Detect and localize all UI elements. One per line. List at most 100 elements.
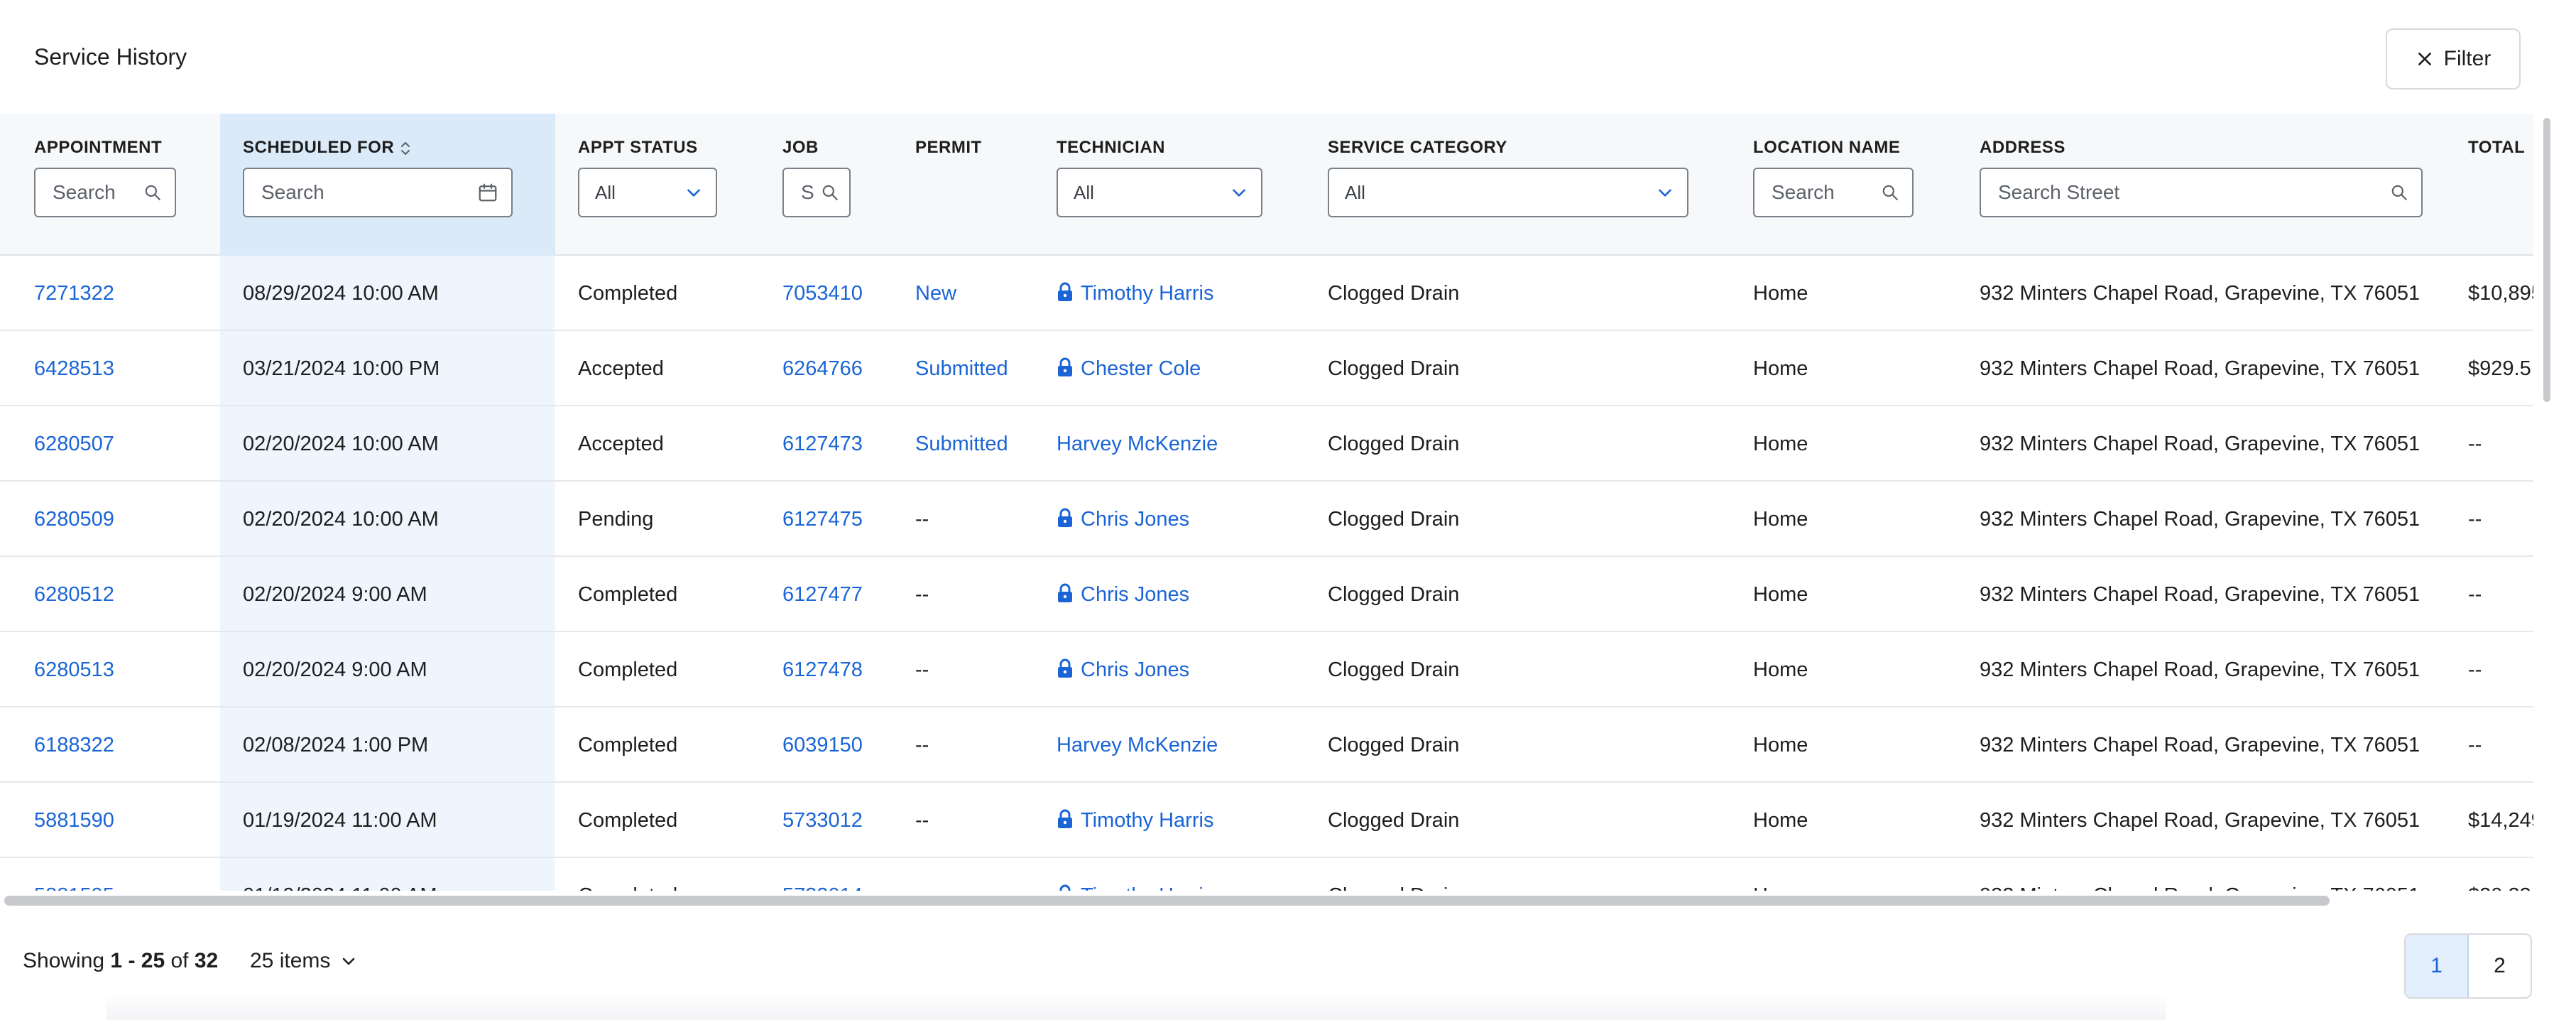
technician-link[interactable]: Chris Jones: [1057, 632, 1189, 707]
technician-link[interactable]: Chris Jones: [1057, 557, 1189, 632]
lock-icon: [1059, 884, 1071, 891]
appointment-link[interactable]: 6428513: [34, 331, 114, 406]
appointment-link[interactable]: 6280512: [34, 557, 114, 632]
job-search-input[interactable]: S: [782, 168, 851, 217]
appointment-link[interactable]: 5881595: [34, 858, 114, 891]
page-button-2[interactable]: 2: [2469, 935, 2531, 997]
appointment-link[interactable]: 6188322: [34, 707, 114, 783]
job-link[interactable]: 6127477: [782, 557, 863, 632]
table-row[interactable]: 6280507 02/20/2024 10:00 AM Accepted 612747…: [0, 406, 2533, 482]
table-row[interactable]: 5881590 01/19/2024 11:00 AM Completed 57330…: [0, 783, 2533, 858]
address-cell-text: 932 Minters Chapel Road, Grapevine, TX 7…: [1980, 583, 2421, 606]
location-name-search-input[interactable]: Search: [1753, 168, 1914, 217]
technician-select[interactable]: All: [1057, 168, 1262, 217]
page-button-1[interactable]: 1: [2406, 935, 2469, 997]
technician-select-value: All: [1074, 181, 1094, 203]
job-link[interactable]: 5733014: [782, 858, 863, 891]
technician-link-text: Chris Jones: [1081, 658, 1190, 681]
page-size-select[interactable]: 25 items: [250, 949, 357, 973]
column-header-permit[interactable]: PERMIT: [915, 138, 982, 158]
appointment-link[interactable]: 6280509: [34, 482, 114, 557]
permit-link[interactable]: New: [915, 256, 956, 331]
horizontal-scrollbar-thumb[interactable]: [4, 896, 2330, 906]
scheduled-cell: 01/19/2024 11:00 AM: [243, 783, 437, 858]
scheduled-date-input[interactable]: Search: [243, 168, 513, 217]
technician-link[interactable]: Timothy Harris: [1057, 858, 1213, 891]
column-header-technician[interactable]: TECHNICIAN: [1057, 138, 1165, 158]
technician-link[interactable]: Harvey McKenzie: [1057, 707, 1218, 783]
technician-link[interactable]: Chester Cole: [1057, 331, 1201, 406]
lock-icon: [1058, 282, 1072, 301]
status-cell-text: Completed: [578, 282, 678, 305]
total-cell-text: --: [2468, 433, 2482, 455]
location-name-cell: Home: [1753, 256, 1808, 331]
column-header-total[interactable]: TOTAL: [2468, 138, 2525, 158]
appointment-link[interactable]: 6280507: [34, 406, 114, 482]
status-cell-text: Accepted: [578, 357, 664, 380]
filter-button[interactable]: Filter: [2386, 28, 2521, 89]
column-header-service-category[interactable]: SERVICE CATEGORY: [1328, 138, 1507, 158]
permit-link[interactable]: Submitted: [915, 331, 1008, 406]
status-cell-text: Completed: [578, 583, 678, 606]
job-link[interactable]: 6127473: [782, 406, 863, 482]
location-name-cell-text: Home: [1753, 282, 1808, 305]
column-header-location-name[interactable]: LOCATION NAME: [1753, 138, 1900, 158]
column-header-scheduled-for[interactable]: SCHEDULED FOR: [243, 138, 411, 158]
calendar-icon[interactable]: [477, 182, 498, 203]
appointment-link[interactable]: 6280513: [34, 632, 114, 707]
total-cell: --: [2468, 406, 2482, 482]
appt-status-select[interactable]: All: [578, 168, 717, 217]
appointment-link[interactable]: 7271322: [34, 256, 114, 331]
technician-link[interactable]: Harvey McKenzie: [1057, 406, 1218, 482]
job-link[interactable]: 6127475: [782, 482, 863, 557]
table-row[interactable]: 5881595 01/19/2024 11:00 AM Completed 57330…: [0, 858, 2533, 891]
job-link[interactable]: 6264766: [782, 331, 863, 406]
appointment-link-text: 6280507: [34, 433, 114, 455]
table-row[interactable]: 6428513 03/21/2024 10:00 PM Accepted 626476…: [0, 331, 2533, 406]
status-cell: Pending: [578, 482, 653, 557]
vertical-scrollbar-thumb[interactable]: [2543, 118, 2550, 402]
job-link[interactable]: 6127478: [782, 632, 863, 707]
vertical-scrollbar[interactable]: [2539, 114, 2555, 1020]
table-row[interactable]: 6280513 02/20/2024 9:00 AM Completed 612747…: [0, 632, 2533, 707]
job-link-text: 7053410: [782, 282, 863, 305]
column-header-appt-status[interactable]: APPT STATUS: [578, 138, 698, 158]
technician-link[interactable]: Chris Jones: [1057, 482, 1189, 557]
service-category-select[interactable]: All: [1328, 168, 1688, 217]
job-link[interactable]: 5733012: [782, 783, 863, 858]
lock-icon: [1058, 658, 1072, 678]
technician-link[interactable]: Timothy Harris: [1057, 256, 1213, 331]
appointment-search-input[interactable]: Search: [34, 168, 176, 217]
page-title: Service History: [34, 44, 187, 70]
status-cell-text: Completed: [578, 809, 678, 832]
scheduled-cell-text: 02/20/2024 10:00 AM: [243, 508, 439, 531]
appointment-link-text: 5881590: [34, 809, 114, 832]
service-category-cell: Clogged Drain: [1328, 707, 1459, 783]
technician-link[interactable]: Timothy Harris: [1057, 783, 1213, 858]
status-cell: Completed: [578, 707, 677, 783]
job-link[interactable]: 7053410: [782, 256, 863, 331]
column-header-address[interactable]: ADDRESS: [1980, 138, 2065, 158]
permit-link[interactable]: Submitted: [915, 406, 1008, 482]
appointment-link-text: 6428513: [34, 357, 114, 380]
of-label: of: [170, 949, 189, 972]
sort-icon[interactable]: [400, 140, 411, 157]
scheduled-cell: 02/20/2024 10:00 AM: [243, 482, 439, 557]
table-row[interactable]: 6280512 02/20/2024 9:00 AM Completed 612747…: [0, 557, 2533, 632]
address-search-input[interactable]: Search Street: [1980, 168, 2423, 217]
job-link[interactable]: 6039150: [782, 707, 863, 783]
appointment-link[interactable]: 5881590: [34, 783, 114, 858]
horizontal-scrollbar[interactable]: [0, 892, 2533, 908]
table-row[interactable]: 6188322 02/08/2024 1:00 PM Completed 603915…: [0, 707, 2533, 783]
search-icon: [1882, 185, 1898, 200]
job-search-placeholder: S: [801, 181, 814, 203]
table-row[interactable]: 7271322 08/29/2024 10:00 AM Completed 70534…: [0, 256, 2533, 331]
search-icon: [145, 185, 160, 200]
location-name-cell-text: Home: [1753, 433, 1808, 455]
scheduled-cell-text: 03/21/2024 10:00 PM: [243, 357, 440, 380]
location-name-cell-text: Home: [1753, 658, 1808, 681]
scheduled-cell: 02/20/2024 9:00 AM: [243, 557, 427, 632]
column-header-job[interactable]: JOB: [782, 138, 819, 158]
column-header-appointment[interactable]: APPOINTMENT: [34, 138, 162, 158]
table-row[interactable]: 6280509 02/20/2024 10:00 AM Pending 6127475…: [0, 482, 2533, 557]
